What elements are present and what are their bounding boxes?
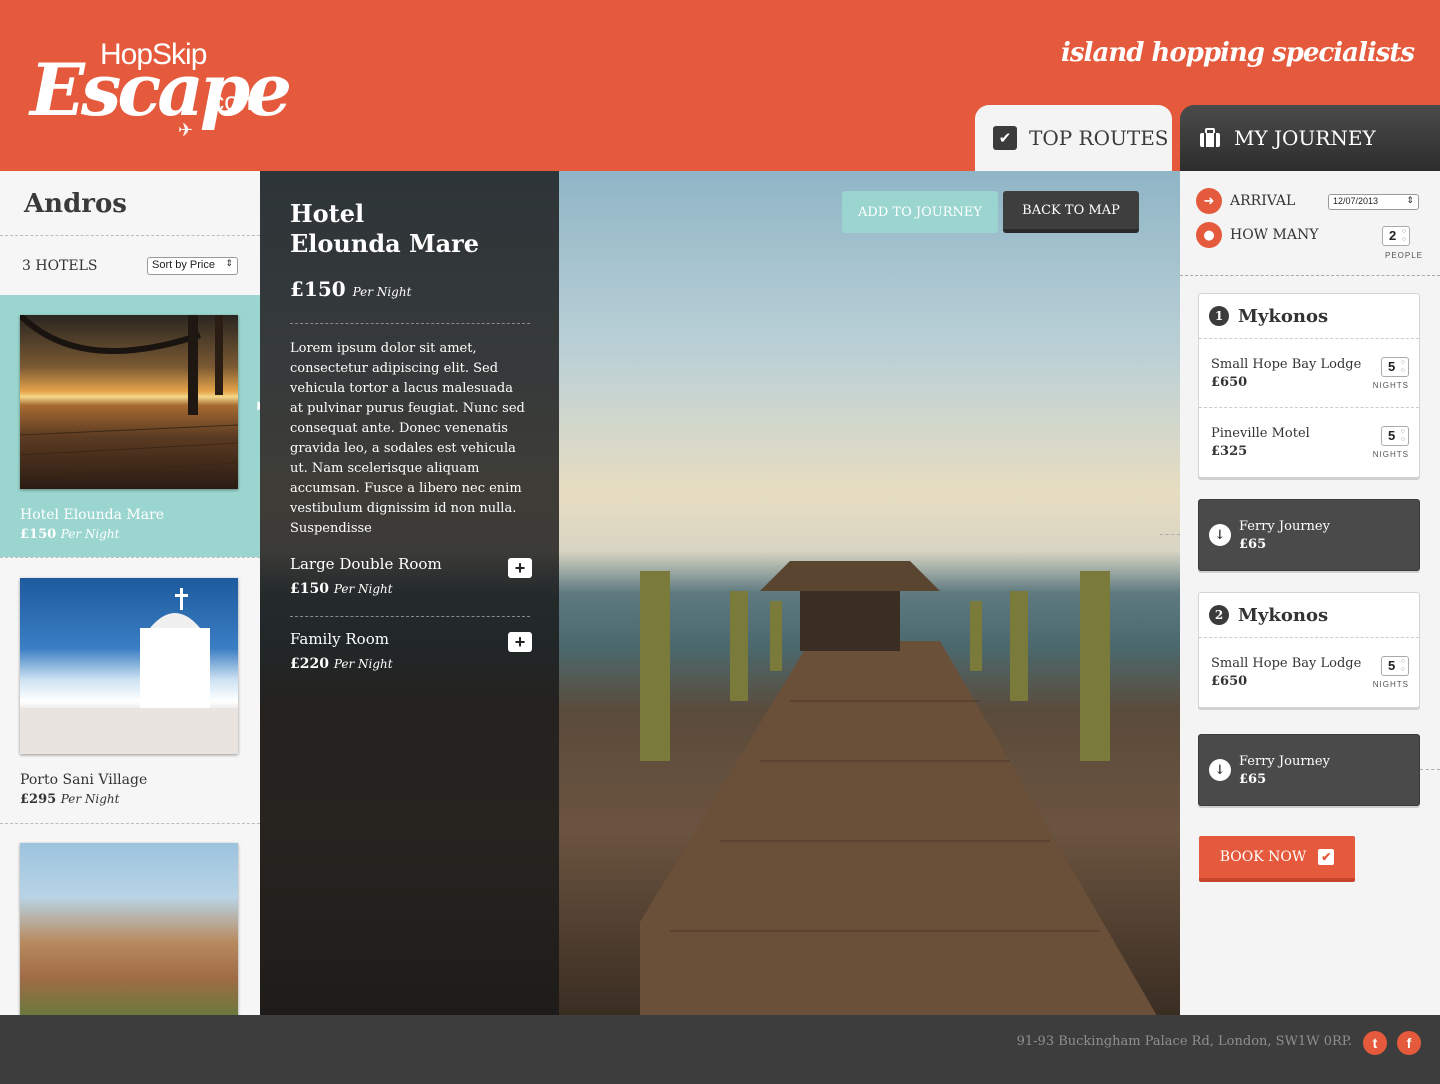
stop-hotel: Small Hope Bay Lodge £650 5 ○ ○ NIGHTS: [1199, 339, 1419, 408]
people-value: 2: [1389, 228, 1397, 243]
hotel-thumbnail: [20, 843, 238, 1015]
room-option: Large Double Room £150 Per Night +: [290, 555, 532, 597]
select-arrows-icon: ⇕: [225, 258, 233, 268]
stop-header: 1 Mykonos: [1199, 294, 1419, 339]
hotel-count: 3 HOTELS: [22, 258, 98, 274]
hotel-title: Hotel Elounda Mare: [290, 199, 480, 258]
hotel-name: Porto Sani Village: [20, 772, 148, 788]
ferry-price: £65: [1239, 536, 1267, 552]
tagline: island hopping specialists: [1061, 38, 1415, 68]
divider: [1180, 275, 1440, 276]
ferry-name: Ferry Journey: [1239, 518, 1330, 534]
room-name: Family Room: [290, 630, 389, 648]
hotel-price: £295 Per Night: [20, 792, 120, 807]
stop-hotel: Small Hope Bay Lodge £650 5 ○ ○ NIGHTS: [1199, 638, 1419, 707]
arrival-date: 12/07/2013: [1333, 196, 1379, 206]
hotel-description: Lorem ipsum dolor sit amet, consectetur …: [290, 341, 525, 536]
plane-icon: ✈: [178, 120, 194, 141]
ferry-segment[interactable]: ↓ Ferry Journey £65: [1198, 499, 1420, 571]
divider: [1420, 769, 1440, 770]
checkbox-icon: ✔: [1318, 849, 1335, 865]
book-now-label: BOOK NOW: [1219, 849, 1307, 865]
sort-value: Sort by Price: [152, 259, 215, 271]
stop-hotel: Pineville Motel £325 5 ○ ○ NIGHTS: [1199, 408, 1419, 477]
facebook-icon[interactable]: f: [1397, 1031, 1421, 1055]
room-name: Large Double Room: [290, 555, 442, 573]
hotel-thumbnail: [17, 312, 239, 489]
nights-label: NIGHTS: [1372, 680, 1409, 689]
stop-island: Mykonos: [1238, 604, 1329, 626]
add-room-button[interactable]: +: [508, 632, 532, 652]
divider: [290, 323, 530, 324]
how-many-label: HOW MANY: [1230, 227, 1319, 243]
select-arrows-icon: ⇕: [1406, 195, 1414, 205]
stop-island: Mykonos: [1238, 305, 1329, 327]
divider: [290, 616, 530, 617]
island-title: Andros: [24, 189, 127, 219]
logo[interactable]: HopSkip Escape .com ✈: [26, 34, 292, 144]
hotel-detail: Hotel Elounda Mare £150 Per Night Lorem i…: [260, 171, 1180, 1015]
stepper-arrows-icon: ○ ○: [1401, 228, 1406, 243]
detail-overlay: Hotel Elounda Mare £150 Per Night Lorem i…: [260, 171, 559, 1015]
tab-label: MY JOURNEY: [1234, 126, 1376, 150]
tab-label: TOP ROUTES: [1029, 126, 1169, 150]
checkbox-icon: ✔: [993, 126, 1017, 150]
ferry-price: £65: [1239, 771, 1267, 787]
arrival-icon: ➜: [1196, 188, 1222, 214]
twitter-icon[interactable]: t: [1363, 1031, 1387, 1055]
journey-stop: 1 Mykonos Small Hope Bay Lodge £650 5 ○ ○ N…: [1198, 293, 1420, 478]
hotel-name: Hotel Elounda Mare: [20, 507, 165, 523]
address: 91-93 Buckingham Palace Rd, London, SW1W…: [1016, 1034, 1352, 1049]
hotel-price: £150 Per Night: [20, 527, 120, 542]
hotel-card[interactable]: Porto Sani Village £295 Per Night: [0, 557, 260, 823]
room-option: Family Room £220 Per Night +: [290, 630, 532, 672]
book-now-button[interactable]: BOOK NOW ✔: [1199, 836, 1355, 882]
room-price: £220 Per Night: [290, 656, 393, 672]
stepper-arrows-icon: ○ ○: [1400, 658, 1405, 673]
how-many-row: ● HOW MANY: [1196, 222, 1318, 248]
suitcase-icon: [1198, 126, 1222, 150]
nights-label: NIGHTS: [1372, 381, 1409, 390]
people-stepper[interactable]: 2 ○ ○: [1382, 226, 1410, 246]
add-room-button[interactable]: +: [508, 558, 532, 578]
sort-select[interactable]: Sort by Price ⇕: [147, 257, 238, 275]
stepper-arrows-icon: ○ ○: [1400, 428, 1405, 443]
tab-my-journey[interactable]: MY JOURNEY: [1180, 105, 1440, 171]
logo-suffix-text: .com: [204, 86, 261, 116]
nights-label: NIGHTS: [1372, 450, 1409, 459]
nights-stepper[interactable]: 5 ○ ○: [1381, 426, 1409, 446]
add-to-journey-button[interactable]: ADD TO JOURNEY: [842, 191, 998, 233]
arrow-down-icon: ↓: [1209, 524, 1231, 546]
nights-stepper[interactable]: 5 ○ ○: [1381, 656, 1409, 676]
arrow-down-icon: ↓: [1209, 759, 1231, 781]
arrival-row: ➜ ARRIVAL: [1196, 188, 1295, 214]
hotel-price: £150 Per Night: [290, 277, 412, 301]
person-icon: ●: [1196, 222, 1222, 248]
hotel-card[interactable]: [0, 823, 260, 1015]
nights-stepper[interactable]: 5 ○ ○: [1381, 357, 1409, 377]
footer: 91-93 Buckingham Palace Rd, London, SW1W…: [0, 1015, 1440, 1084]
stop-number: 2: [1209, 605, 1229, 625]
ferry-name: Ferry Journey: [1239, 753, 1330, 769]
header: HopSkip Escape .com ✈ island hopping spe…: [0, 0, 1440, 171]
journey-stop: 2 Mykonos Small Hope Bay Lodge £650 5 ○ ○ N…: [1198, 592, 1420, 708]
room-price: £150 Per Night: [290, 581, 393, 597]
pier-photo: [640, 561, 1157, 1015]
ferry-segment[interactable]: ↓ Ferry Journey £65: [1198, 734, 1420, 806]
hotel-card[interactable]: Hotel Elounda Mare £150 Per Night: [0, 295, 260, 557]
tab-top-routes[interactable]: ✔ TOP ROUTES: [975, 105, 1172, 171]
back-to-map-button[interactable]: BACK TO MAP: [1003, 191, 1139, 233]
stop-number: 1: [1209, 306, 1229, 326]
hotel-thumbnail: [20, 578, 238, 754]
journey-panel: ➜ ARRIVAL 12/07/2013 ⇕ ● HOW MANY 2 ○ ○ PE…: [1160, 171, 1440, 1015]
divider: [1160, 534, 1180, 535]
hotel-sidebar: Andros 3 HOTELS Sort by Price ⇕ Hotel El…: [0, 171, 260, 1015]
arrival-label: ARRIVAL: [1230, 193, 1296, 209]
people-label: PEOPLE: [1385, 251, 1424, 260]
stepper-arrows-icon: ○ ○: [1400, 359, 1405, 374]
arrival-date-select[interactable]: 12/07/2013 ⇕: [1328, 194, 1419, 210]
divider: [0, 235, 260, 236]
stop-header: 2 Mykonos: [1199, 593, 1419, 638]
